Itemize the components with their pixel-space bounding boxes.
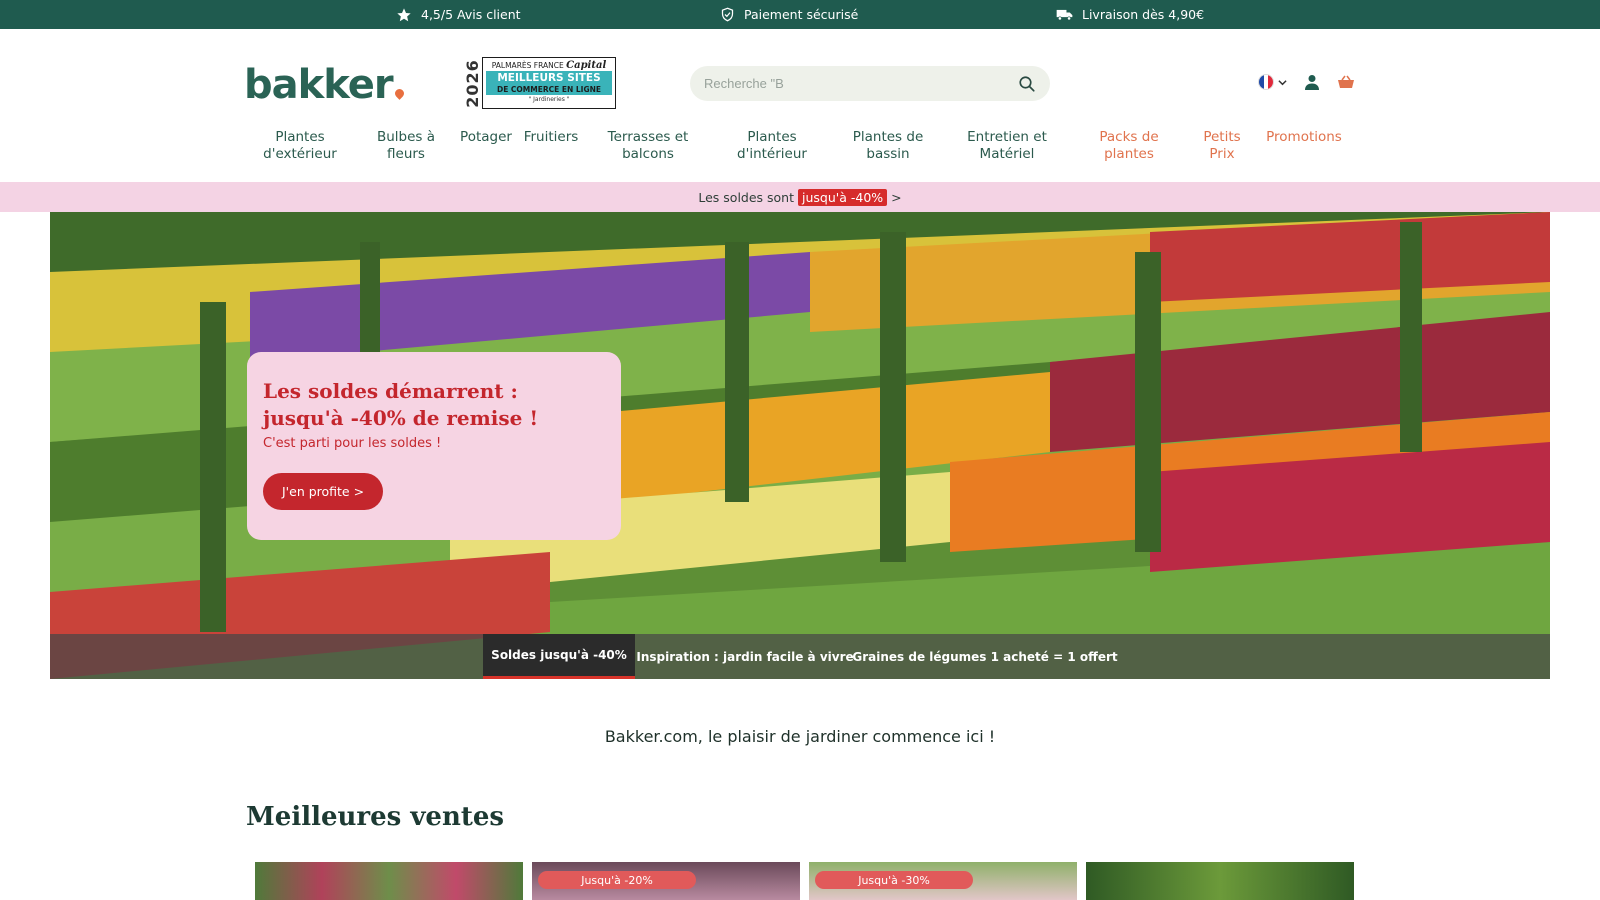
nav-label: Fruitiers: [523, 129, 579, 145]
hero-tab-soldes[interactable]: Soldes jusqu'à -40%: [483, 634, 635, 679]
chevron-right-icon: >: [891, 189, 902, 205]
nav-plantes-interieur[interactable]: Plantes d'intérieur: [735, 129, 809, 163]
search-input[interactable]: [704, 76, 1018, 91]
nav-label: Terrasses et: [607, 129, 689, 145]
flag-fr-icon: [1258, 74, 1274, 90]
user-icon[interactable]: [1305, 74, 1319, 90]
discount-badge: Jusqu'à -20%: [538, 871, 696, 889]
delivery-info[interactable]: Livraison dès 4,90€: [1056, 0, 1204, 29]
shield-icon: [721, 7, 734, 22]
hero-tab-inspiration[interactable]: Inspiration : jardin facile à vivre: [636, 634, 853, 679]
truck-icon: [1056, 9, 1073, 21]
hero-subtitle: C'est parti pour les soldes !: [263, 436, 442, 451]
basket-icon[interactable]: [1337, 75, 1355, 89]
nav-entretien[interactable]: Entretien et Matériel: [962, 129, 1052, 163]
hero-tabs: Soldes jusqu'à -40% Inspiration : jardin…: [50, 634, 1550, 679]
nav-label: Plantes: [747, 129, 797, 145]
award-year-text: 2026: [462, 58, 482, 108]
header-actions: [1258, 74, 1355, 90]
nav-label: Prix: [1209, 146, 1235, 162]
award-line1: PALMARÈS FRANCE Capital: [486, 60, 612, 71]
discount-badge: Jusqu'à -30%: [815, 871, 973, 889]
nav-label: Potager: [460, 129, 512, 145]
award-year: 2026: [462, 58, 482, 108]
nav-plantes-exterieur[interactable]: Plantes d'extérieur: [262, 129, 338, 163]
product-card-3[interactable]: Jusqu'à -30%: [809, 862, 1077, 900]
logo-text: bakker: [244, 62, 394, 108]
product-card-4[interactable]: [1086, 862, 1354, 900]
site-header: bakker 2026 PALMARÈS FRANCE Capital MEIL…: [0, 29, 1600, 182]
nav-fruitiers[interactable]: Fruitiers: [523, 129, 579, 146]
nav-label: d'extérieur: [263, 146, 337, 162]
nav-packs[interactable]: Packs de plantes: [1093, 129, 1165, 163]
star-icon: [397, 7, 411, 21]
hero-banner: Les soldes démarrent : jusqu'à -40% de r…: [50, 212, 1550, 679]
nav-label: bassin: [866, 146, 910, 162]
product-card-1[interactable]: [255, 862, 523, 900]
nav-label: Petits: [1203, 129, 1241, 145]
nav-label: Plantes: [275, 129, 325, 145]
rating-text: 4,5/5 Avis client: [421, 7, 521, 22]
chevron-down-icon: [1278, 79, 1287, 85]
award-line2: MEILLEURS SITES: [486, 71, 612, 85]
nav-label: Packs de: [1099, 129, 1159, 145]
nav-label: d'intérieur: [737, 146, 807, 162]
nav-label: Entretien et: [967, 129, 1047, 145]
award-box: PALMARÈS FRANCE Capital MEILLEURS SITES …: [482, 57, 616, 109]
payment-info[interactable]: Paiement sécurisé: [720, 0, 858, 29]
logo[interactable]: bakker: [244, 62, 406, 108]
hero-tab-graines[interactable]: Graines de légumes 1 acheté = 1 offert: [852, 634, 1117, 679]
nav-label: fleurs: [387, 146, 425, 162]
hero-title: Les soldes démarrent : jusqu'à -40% de r…: [263, 379, 539, 430]
nav-potager[interactable]: Potager: [459, 129, 513, 146]
rating-info[interactable]: 4,5/5 Avis client: [396, 0, 521, 29]
award-line3: DE COMMERCE EN LIGNE: [486, 85, 612, 95]
payment-text: Paiement sécurisé: [744, 7, 859, 22]
nav-label: Bulbes à: [376, 129, 436, 145]
hero-cta-button[interactable]: J'en profite >: [263, 473, 384, 510]
award-palmares: PALMARÈS FRANCE: [491, 61, 564, 70]
sale-highlight: jusqu'à -40%: [798, 188, 888, 206]
logo-leaf-icon: [392, 87, 406, 100]
main-nav: Plantes d'extérieur Bulbes à fleurs Potage…: [0, 129, 1600, 179]
bestsellers-title: Meilleures ventes: [246, 802, 505, 832]
hero-promo-card: Les soldes démarrent : jusqu'à -40% de r…: [247, 352, 621, 540]
nav-label: Promotions: [1266, 129, 1342, 145]
award-badge[interactable]: 2026 PALMARÈS FRANCE Capital MEILLEURS S…: [462, 55, 620, 111]
nav-label: Matériel: [979, 146, 1035, 162]
nav-bassin[interactable]: Plantes de bassin: [848, 129, 928, 163]
search-bar: [690, 66, 1050, 101]
delivery-text: Livraison dès 4,90€: [1082, 7, 1205, 22]
top-info-bar: 4,5/5 Avis client Paiement sécurisé Livr…: [0, 0, 1600, 29]
nav-petits-prix[interactable]: Petits Prix: [1198, 129, 1246, 163]
nav-promotions[interactable]: Promotions: [1262, 129, 1346, 146]
nav-label: balcons: [622, 146, 674, 162]
award-line4: " Jardineries ": [528, 96, 570, 103]
sale-text: Les soldes sont: [698, 189, 795, 205]
nav-label: plantes: [1104, 146, 1154, 162]
language-selector[interactable]: [1258, 74, 1287, 90]
sale-announcement[interactable]: Les soldes sont jusqu'à -40% >: [0, 182, 1600, 212]
nav-bulbes[interactable]: Bulbes à fleurs: [375, 129, 437, 163]
search-icon[interactable]: [1018, 75, 1036, 93]
award-brand: Capital: [566, 60, 607, 71]
product-card-2[interactable]: Jusqu'à -20%: [532, 862, 800, 900]
nav-terrasses[interactable]: Terrasses et balcons: [603, 129, 693, 163]
nav-label: Plantes de: [852, 129, 924, 145]
tagline: Bakker.com, le plaisir de jardiner comme…: [604, 727, 996, 746]
